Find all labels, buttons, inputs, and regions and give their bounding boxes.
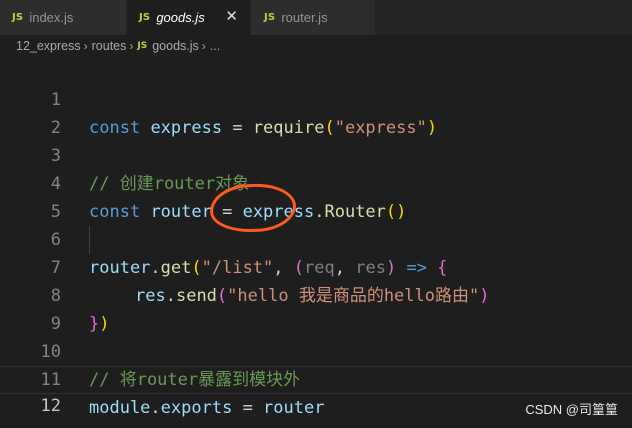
- tab-label: goods.js: [156, 10, 205, 25]
- breadcrumb-folder-routes[interactable]: routes: [92, 39, 127, 53]
- javascript-file-icon: JS: [137, 41, 148, 51]
- code-line-current: 12: [0, 366, 632, 416]
- breadcrumb-folder-12-express[interactable]: 12_express: [16, 39, 81, 53]
- code-line: 1 const express = require("express"): [0, 58, 632, 138]
- breadcrumb: 12_express › routes › JS goods.js › ...: [0, 35, 632, 57]
- code-line: 8 }): [0, 254, 632, 334]
- code-editor[interactable]: 1 const express = require("express") 2 3…: [0, 58, 632, 428]
- chevron-right-icon: ›: [129, 39, 134, 53]
- code-line: 7 res.send("hello 我是商品的hello路由"): [0, 226, 632, 306]
- watermark: CSDN @司篁篁: [525, 402, 618, 417]
- code-line: 6 router.get("/list", (req, res) => {: [0, 198, 632, 278]
- code-line: 3 // 创建router对象: [0, 114, 632, 194]
- tab-label: router.js: [281, 10, 328, 25]
- code-text: module.exports = router: [89, 398, 325, 418]
- breadcrumb-file-goods-js[interactable]: goods.js: [152, 39, 199, 53]
- code-line: 11 module.exports = router: [0, 338, 632, 418]
- editor-tab-bar: JS index.js JS goods.js ✕ JS router.js: [0, 0, 632, 35]
- line-number: 12: [40, 396, 61, 416]
- close-icon[interactable]: ✕: [225, 7, 238, 25]
- chevron-right-icon: ›: [201, 39, 206, 53]
- javascript-file-icon: JS: [12, 12, 24, 23]
- code-line: 4 const router = express.Router(): [0, 142, 632, 222]
- tab-label: index.js: [29, 10, 74, 25]
- vscode-window: JS index.js JS goods.js ✕ JS router.js 1…: [0, 0, 632, 428]
- chevron-right-icon: ›: [83, 39, 88, 53]
- breadcrumb-symbols[interactable]: ...: [210, 39, 220, 53]
- code-line: 9: [0, 282, 632, 334]
- code-line: 2: [0, 86, 632, 138]
- tab-router-js[interactable]: JS router.js: [251, 0, 376, 35]
- code-line: 10 // 将router暴露到模块外: [0, 310, 632, 390]
- tab-index-js[interactable]: JS index.js: [0, 0, 127, 35]
- code-line: 5: [0, 170, 632, 222]
- javascript-file-icon: JS: [139, 12, 151, 23]
- javascript-file-icon: JS: [264, 12, 276, 23]
- indent-guide: [89, 226, 90, 254]
- tab-goods-js[interactable]: JS goods.js ✕: [127, 0, 251, 35]
